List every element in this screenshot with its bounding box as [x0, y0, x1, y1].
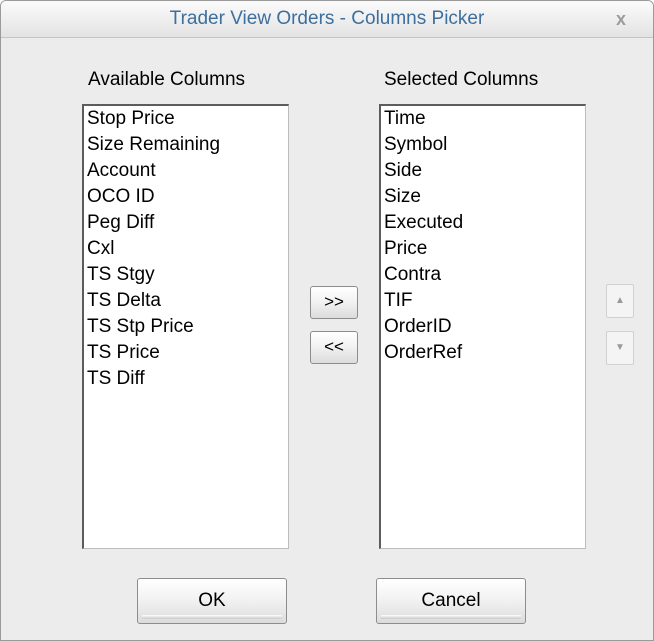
add-column-button[interactable]: >> — [310, 286, 358, 319]
remove-column-button[interactable]: << — [310, 331, 358, 364]
available-columns-list[interactable]: Stop Price Size Remaining Account OCO ID… — [82, 104, 289, 549]
list-item[interactable]: Symbol — [381, 132, 585, 158]
title-bar: Trader View Orders - Columns Picker x — [1, 1, 653, 38]
list-item[interactable]: Stop Price — [84, 106, 288, 132]
list-item[interactable]: TS Stgy — [84, 262, 288, 288]
selected-columns-label: Selected Columns — [384, 69, 539, 90]
list-item[interactable]: Size Remaining — [84, 132, 288, 158]
list-item[interactable]: TS Price — [84, 340, 288, 366]
list-item[interactable]: TS Delta — [84, 288, 288, 314]
list-item[interactable]: TS Stp Price — [84, 314, 288, 340]
ok-button[interactable]: OK — [137, 578, 287, 624]
available-columns-label: Available Columns — [88, 69, 246, 90]
arrow-down-icon[interactable]: ▼ — [606, 331, 634, 365]
list-item[interactable]: Size — [381, 184, 585, 210]
list-item[interactable]: Price — [381, 236, 585, 262]
list-item[interactable]: OCO ID — [84, 184, 288, 210]
columns-picker-dialog: Trader View Orders - Columns Picker x Av… — [0, 0, 654, 641]
list-item[interactable]: Time — [381, 106, 585, 132]
list-item[interactable]: Executed — [381, 210, 585, 236]
list-item[interactable]: OrderRef — [381, 340, 585, 366]
list-item[interactable]: Account — [84, 158, 288, 184]
list-item[interactable]: Cxl — [84, 236, 288, 262]
list-item[interactable]: Contra — [381, 262, 585, 288]
arrow-up-icon[interactable]: ▲ — [606, 284, 634, 318]
list-item[interactable]: TS Diff — [84, 366, 288, 392]
list-item[interactable]: OrderID — [381, 314, 585, 340]
list-item[interactable]: Peg Diff — [84, 210, 288, 236]
window-title: Trader View Orders - Columns Picker — [169, 8, 485, 29]
close-icon[interactable]: x — [609, 7, 633, 31]
selected-columns-list[interactable]: Time Symbol Side Size Executed Price Con… — [379, 104, 586, 549]
list-item[interactable]: TIF — [381, 288, 585, 314]
list-item[interactable]: Side — [381, 158, 585, 184]
cancel-button[interactable]: Cancel — [376, 578, 526, 624]
